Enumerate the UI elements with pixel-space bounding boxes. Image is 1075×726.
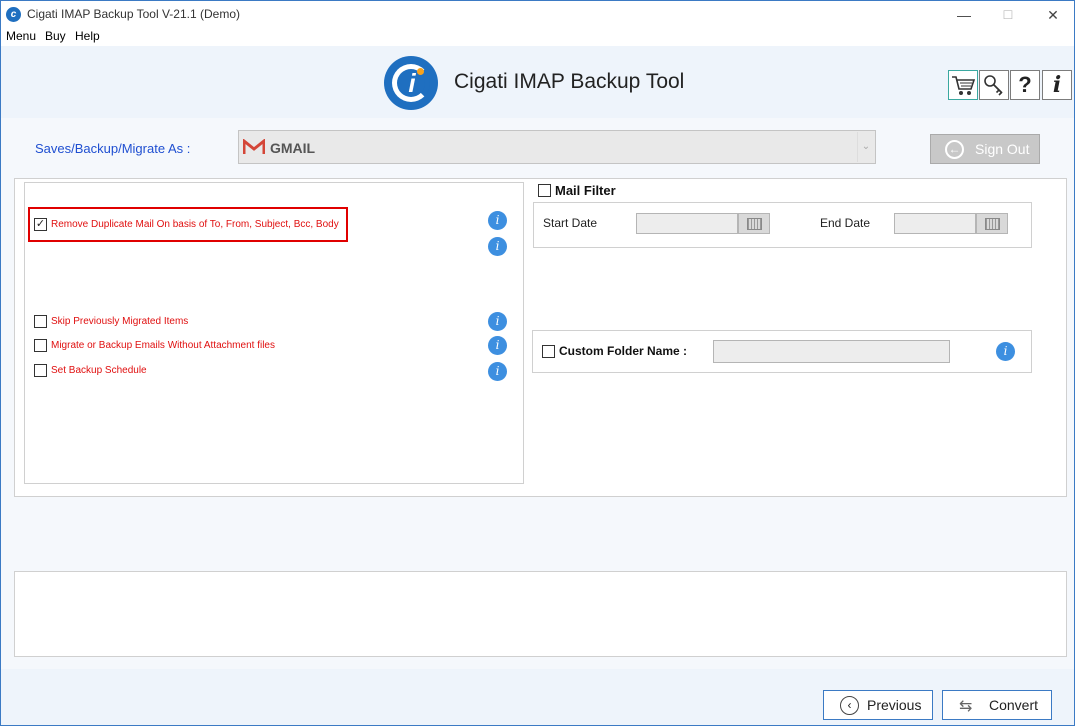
sign-out-button[interactable]: ← Sign Out <box>930 134 1040 164</box>
start-date-input[interactable] <box>636 213 738 234</box>
chevron-left-icon: ‹ <box>840 696 859 715</box>
remove-duplicate-checkbox[interactable]: ✓ <box>34 218 47 231</box>
app-window: c Cigati IMAP Backup Tool V-21.1 (Demo) … <box>0 0 1075 726</box>
cart-icon <box>952 76 976 95</box>
custom-folder-checkbox[interactable] <box>542 345 555 358</box>
calendar-icon <box>747 218 762 230</box>
info-icon[interactable]: i <box>488 362 507 381</box>
skip-migrated-label: Skip Previously Migrated Items <box>51 316 189 327</box>
maximize-button[interactable]: ☐ <box>985 1 1031 29</box>
end-date-input[interactable] <box>894 213 976 234</box>
menu-item-help[interactable]: Help <box>75 29 100 43</box>
cigati-logo: i <box>384 56 438 110</box>
window-title: Cigati IMAP Backup Tool V-21.1 (Demo) <box>27 7 240 21</box>
saving-option-select[interactable]: GMAIL ⌄ <box>238 130 876 164</box>
start-date-label: Start Date <box>543 216 598 230</box>
custom-folder-label: Custom Folder Name : <box>559 344 688 358</box>
convert-arrows-icon: ⇆ <box>959 698 973 715</box>
remove-duplicate-label: Remove Duplicate Mail On basis of To, Fr… <box>51 219 339 230</box>
info-icon[interactable]: i <box>488 211 507 230</box>
saves-label: Saves/Backup/Migrate As : <box>35 141 191 156</box>
convert-button[interactable]: ⇆ Convert <box>942 690 1052 720</box>
calendar-icon <box>985 218 1000 230</box>
key-icon <box>984 75 1003 96</box>
help-button[interactable]: ? <box>1010 70 1040 100</box>
app-logo-icon: c <box>6 7 21 22</box>
start-date-calendar-button[interactable] <box>738 213 770 234</box>
sign-out-label: Sign Out <box>975 141 1030 157</box>
without-attachment-checkbox[interactable] <box>34 339 47 352</box>
without-attachment-label: Migrate or Backup Emails Without Attachm… <box>51 340 275 351</box>
sign-out-icon: ← <box>945 140 964 159</box>
mail-filter-label: Mail Filter <box>555 183 616 198</box>
previous-label: Previous <box>867 697 922 713</box>
menu-item-buy[interactable]: Buy <box>45 29 66 43</box>
custom-folder-input[interactable] <box>713 340 950 363</box>
app-header: i Cigati IMAP Backup Tool ? i <box>1 46 1074 118</box>
close-button[interactable]: ✕ <box>1030 1 1074 29</box>
info-icon[interactable]: i <box>488 336 507 355</box>
menu-bar: Menu Buy Help <box>1 28 1074 46</box>
menu-item-menu[interactable]: Menu <box>6 29 36 43</box>
app-title: Cigati IMAP Backup Tool <box>454 70 685 93</box>
help-icon: ? <box>1018 72 1032 97</box>
minimize-button[interactable]: — <box>941 1 987 29</box>
info-icon[interactable]: i <box>488 237 507 256</box>
about-button[interactable]: i <box>1042 70 1072 100</box>
cart-button[interactable] <box>948 70 978 100</box>
selected-saving-option: GMAIL <box>270 140 316 156</box>
info-icon[interactable]: i <box>488 312 507 331</box>
end-date-label: End Date <box>820 216 871 230</box>
previous-button[interactable]: ‹ Previous <box>823 690 933 720</box>
mail-filter-checkbox[interactable] <box>538 184 551 197</box>
end-date-calendar-button[interactable] <box>976 213 1008 234</box>
chevron-down-icon[interactable]: ⌄ <box>857 132 874 162</box>
info-icon: i <box>1052 72 1062 98</box>
log-area <box>14 571 1067 657</box>
skip-migrated-checkbox[interactable] <box>34 315 47 328</box>
convert-label: Convert <box>989 697 1039 713</box>
gmail-icon <box>243 139 265 154</box>
backup-schedule-checkbox[interactable] <box>34 364 47 377</box>
info-icon[interactable]: i <box>996 342 1015 361</box>
backup-schedule-label: Set Backup Schedule <box>51 365 147 376</box>
key-button[interactable] <box>979 70 1009 100</box>
title-bar: c Cigati IMAP Backup Tool V-21.1 (Demo) … <box>1 1 1074 29</box>
